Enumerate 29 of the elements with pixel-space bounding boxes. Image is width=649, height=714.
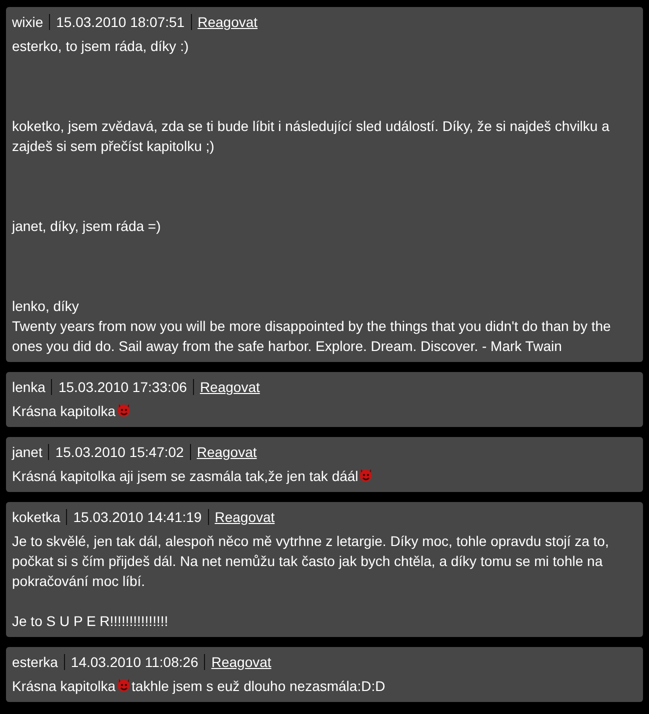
devil-smiley-icon — [116, 677, 132, 693]
reply-link[interactable]: Reagovat — [196, 442, 257, 462]
reply-link[interactable]: Reagovat — [200, 377, 260, 397]
comment-author: lenka — [12, 378, 46, 397]
comment-author: janet — [12, 443, 42, 462]
comment-text: esterko, to jsem ráda, díky :) — [12, 37, 190, 56]
devil-smiley-icon — [358, 467, 374, 483]
comment-date: 15.03.2010 17:33:06 — [58, 378, 187, 397]
comment-date: 15.03.2010 14:41:19 — [73, 508, 202, 527]
comment-author: wixie — [12, 13, 44, 32]
comment-text: Krásna kapitolka — [12, 678, 116, 694]
comment-date: 14.03.2010 11:08:26 — [70, 653, 198, 672]
comment-text: Je to skvělé, jen tak dál, alespoň něco mě vytrhne z letargie. Díky moc, tohle opravdu stojí za to, počkat si s čím přijdeš dál. Na net nemůžu tak často jak bych chtěla, a díky tomu se mi tohle na pokračování moc líbí. — [12, 532, 610, 591]
devil-smiley-icon — [116, 402, 132, 418]
reply-link[interactable]: Reagovat — [214, 507, 275, 527]
comment-text: takhle jsem s euž dlouho nezasmála:D:D — [132, 678, 386, 694]
comment-text: lenko, díky — [12, 297, 80, 316]
comment-text: Twenty years from now you will be more disappointed by the things that you didn't do than by the ones you did do. Sail away from the safe harbor. Explore. Dream. Discover. - Mark Twain — [12, 317, 612, 356]
comment-date: 15.03.2010 15:47:02 — [55, 443, 184, 462]
comment-text: koketko, jsem zvědavá, zda se ti bude líbit i následující sled událostí. Díky, že si najdeš chvilku a zajdeš si sem přečíst kapitolku ;) — [12, 117, 610, 156]
comment-text: janet, díky, jsem ráda =) — [12, 217, 162, 236]
comment-text: Krásna kapitolka — [12, 403, 116, 419]
comment-author: koketka — [12, 508, 60, 527]
reply-link[interactable]: Reagovat — [211, 652, 272, 672]
comment-date: 15.03.2010 18:07:51 — [56, 13, 185, 32]
comment-text: Krásná kapitolka aji jsem se zasmála tak,že jen tak dáál — [12, 468, 358, 484]
comment-text: Je to S U P E R!!!!!!!!!!!!!!! — [12, 612, 170, 631]
comment-author: esterka — [12, 653, 58, 672]
reply-link[interactable]: Reagovat — [198, 12, 258, 32]
